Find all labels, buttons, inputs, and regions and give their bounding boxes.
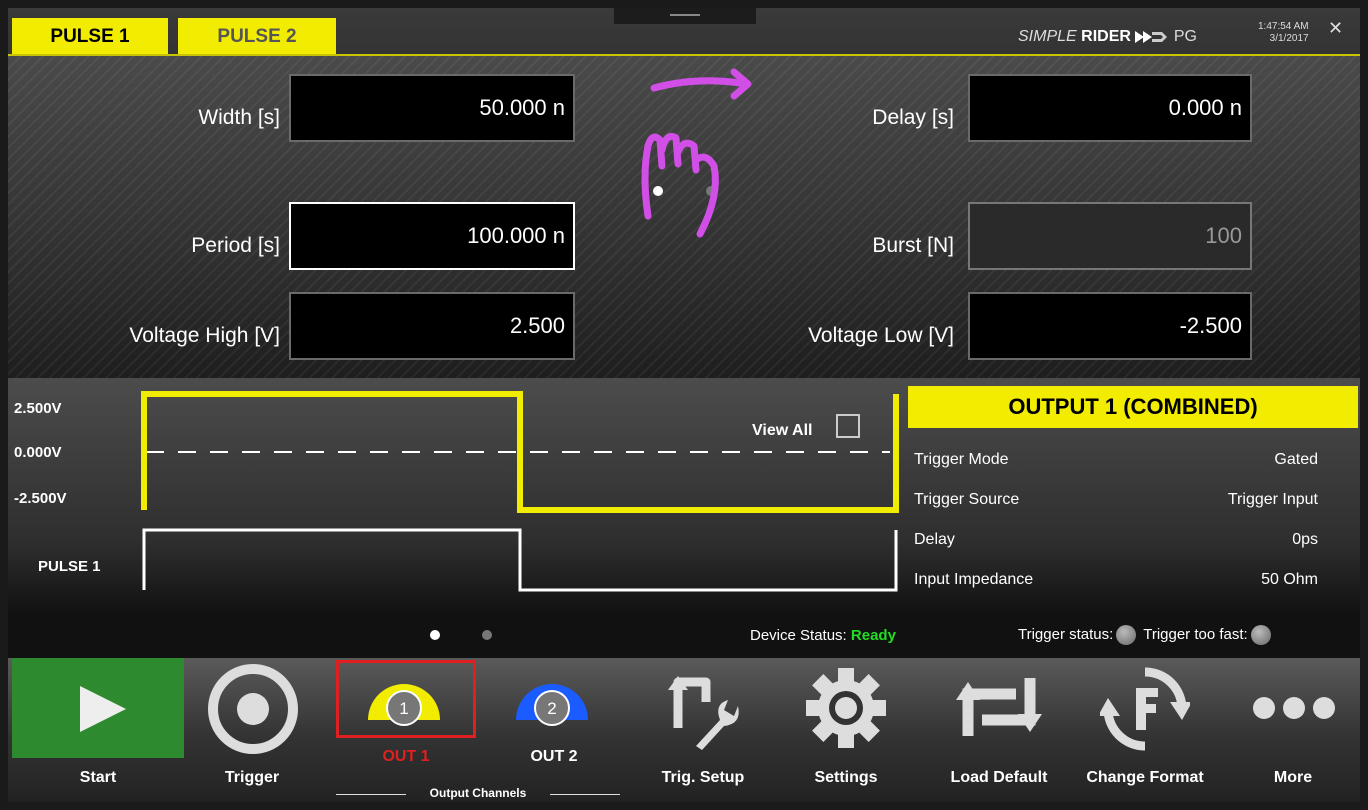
tab-pulse-1[interactable]: PULSE 1	[12, 18, 168, 56]
play-icon	[80, 686, 126, 732]
close-icon[interactable]: ✕	[1328, 18, 1343, 39]
period-field[interactable]: 100.000 n	[289, 202, 575, 270]
trigger-source-row: Trigger Source Trigger Input	[914, 491, 1318, 509]
change-format-label: Change Format	[1086, 769, 1204, 786]
trigger-status-label: Trigger status:	[1018, 625, 1114, 643]
header: PULSE 1 PULSE 2 SIMPLE RIDER PG 1:47:54 …	[8, 8, 1360, 56]
reload-icon	[956, 678, 1042, 736]
record-icon	[208, 664, 298, 754]
status-bar: Device Status: Ready Trigger status: Tri…	[8, 614, 1360, 658]
trigger-button[interactable]: Trigger	[182, 658, 322, 802]
page-dot[interactable]	[482, 630, 492, 640]
delay-row-value: 0ps	[1292, 531, 1318, 548]
page-dot-active[interactable]	[430, 630, 440, 640]
out2-label: OUT 2	[530, 748, 578, 765]
clock-time: 1:47:54 AM	[1258, 21, 1309, 32]
trigger-mode-value: Gated	[1274, 451, 1318, 468]
start-label: Start	[79, 769, 117, 786]
burst-field[interactable]: 100	[968, 202, 1252, 270]
brand-italic: SIMPLE	[1018, 28, 1077, 45]
input-impedance-value: 50 Ohm	[1261, 571, 1318, 588]
brand-suffix: PG	[1173, 28, 1197, 45]
format-icon	[1100, 667, 1190, 751]
trigger-fast-led	[1250, 625, 1271, 645]
out2-button[interactable]: 2 OUT 2	[484, 658, 624, 778]
trigger-source-value: Trigger Input	[1227, 491, 1318, 508]
clock: 1:47:54 AM 3/1/2017	[1258, 21, 1309, 45]
input-impedance-row: Input Impedance 50 Ohm	[914, 571, 1318, 589]
pull-down-handle[interactable]	[614, 8, 756, 24]
trigger-fast-label: Trigger too fast:	[1143, 625, 1248, 643]
period-label: Period [s]	[191, 234, 280, 257]
output-title: OUTPUT 1 (COMBINED)	[908, 386, 1358, 428]
more-icon	[1253, 697, 1335, 719]
delay-row-label: Delay	[914, 531, 955, 548]
arrows-icon	[1135, 30, 1168, 43]
start-button[interactable]: Start	[8, 658, 188, 802]
delay-field[interactable]: 0.000 n	[968, 74, 1252, 142]
waveform-plot	[141, 391, 899, 592]
load-default-button[interactable]: Load Default	[924, 658, 1074, 802]
trig-setup-label: Trig. Setup	[661, 769, 745, 786]
delay-row: Delay 0ps	[914, 531, 1318, 549]
width-field[interactable]: 50.000 n	[289, 74, 575, 142]
brand-logo: SIMPLE RIDER PG	[1018, 28, 1197, 46]
trigger-label: Trigger	[224, 769, 280, 786]
input-impedance-label: Input Impedance	[914, 571, 1034, 588]
brand-bold: RIDER	[1081, 28, 1131, 45]
width-label: Width [s]	[198, 106, 280, 129]
out1-label: OUT 1	[382, 748, 430, 765]
device-status-value: Ready	[850, 627, 896, 644]
parameters-panel: Width [s] 50.000 n Delay [s] 0.000 n Per…	[8, 56, 1360, 378]
waveform-panel: 2.500V 0.000V -2.500V PULSE 1 View All O…	[8, 378, 1360, 614]
voltage-high-field[interactable]: 2.500	[289, 292, 575, 360]
trigger-status-led	[1116, 625, 1137, 645]
trig-setup-button[interactable]: Trig. Setup	[628, 658, 778, 802]
gesture-swipe-icon	[641, 68, 752, 238]
voltage-low-field[interactable]: -2.500	[968, 292, 1252, 360]
settings-label: Settings	[814, 769, 878, 786]
trigger-indicators: Trigger status: Trigger too fast:	[1018, 625, 1274, 645]
load-default-label: Load Default	[950, 769, 1048, 786]
wrench-icon	[668, 676, 739, 750]
view-all-checkbox[interactable]	[836, 414, 860, 438]
more-button[interactable]: More	[1228, 658, 1358, 802]
output-info-panel: OUTPUT 1 (COMBINED) Trigger Mode Gated T…	[908, 386, 1358, 606]
output-channels-label: Output Channels	[330, 786, 626, 800]
out2-channel-icon: 2	[516, 684, 588, 726]
device-status-label: Device Status:	[750, 627, 847, 644]
toolbar: Start Trigger 1 OUT 1 2 OUT 2 Output Cha…	[8, 658, 1360, 802]
app-window: PULSE 1 PULSE 2 SIMPLE RIDER PG 1:47:54 …	[8, 8, 1360, 802]
device-status: Device Status: Ready	[750, 627, 896, 644]
out1-selection-frame	[336, 660, 476, 738]
trigger-mode-label: Trigger Mode	[914, 451, 1009, 468]
trigger-mode-row: Trigger Mode Gated	[914, 451, 1318, 469]
more-label: More	[1273, 769, 1313, 786]
tab-pulse-2[interactable]: PULSE 2	[178, 18, 336, 56]
gear-icon	[806, 668, 886, 748]
clock-date: 3/1/2017	[1269, 33, 1309, 44]
voltage-low-label: Voltage Low [V]	[808, 324, 954, 347]
trigger-source-label: Trigger Source	[914, 491, 1020, 508]
view-all-label: View All	[752, 422, 813, 439]
settings-button[interactable]: Settings	[776, 658, 916, 802]
out2-number: 2	[547, 699, 556, 718]
voltage-high-label: Voltage High [V]	[129, 324, 280, 347]
change-format-button[interactable]: Change Format	[1070, 658, 1220, 802]
